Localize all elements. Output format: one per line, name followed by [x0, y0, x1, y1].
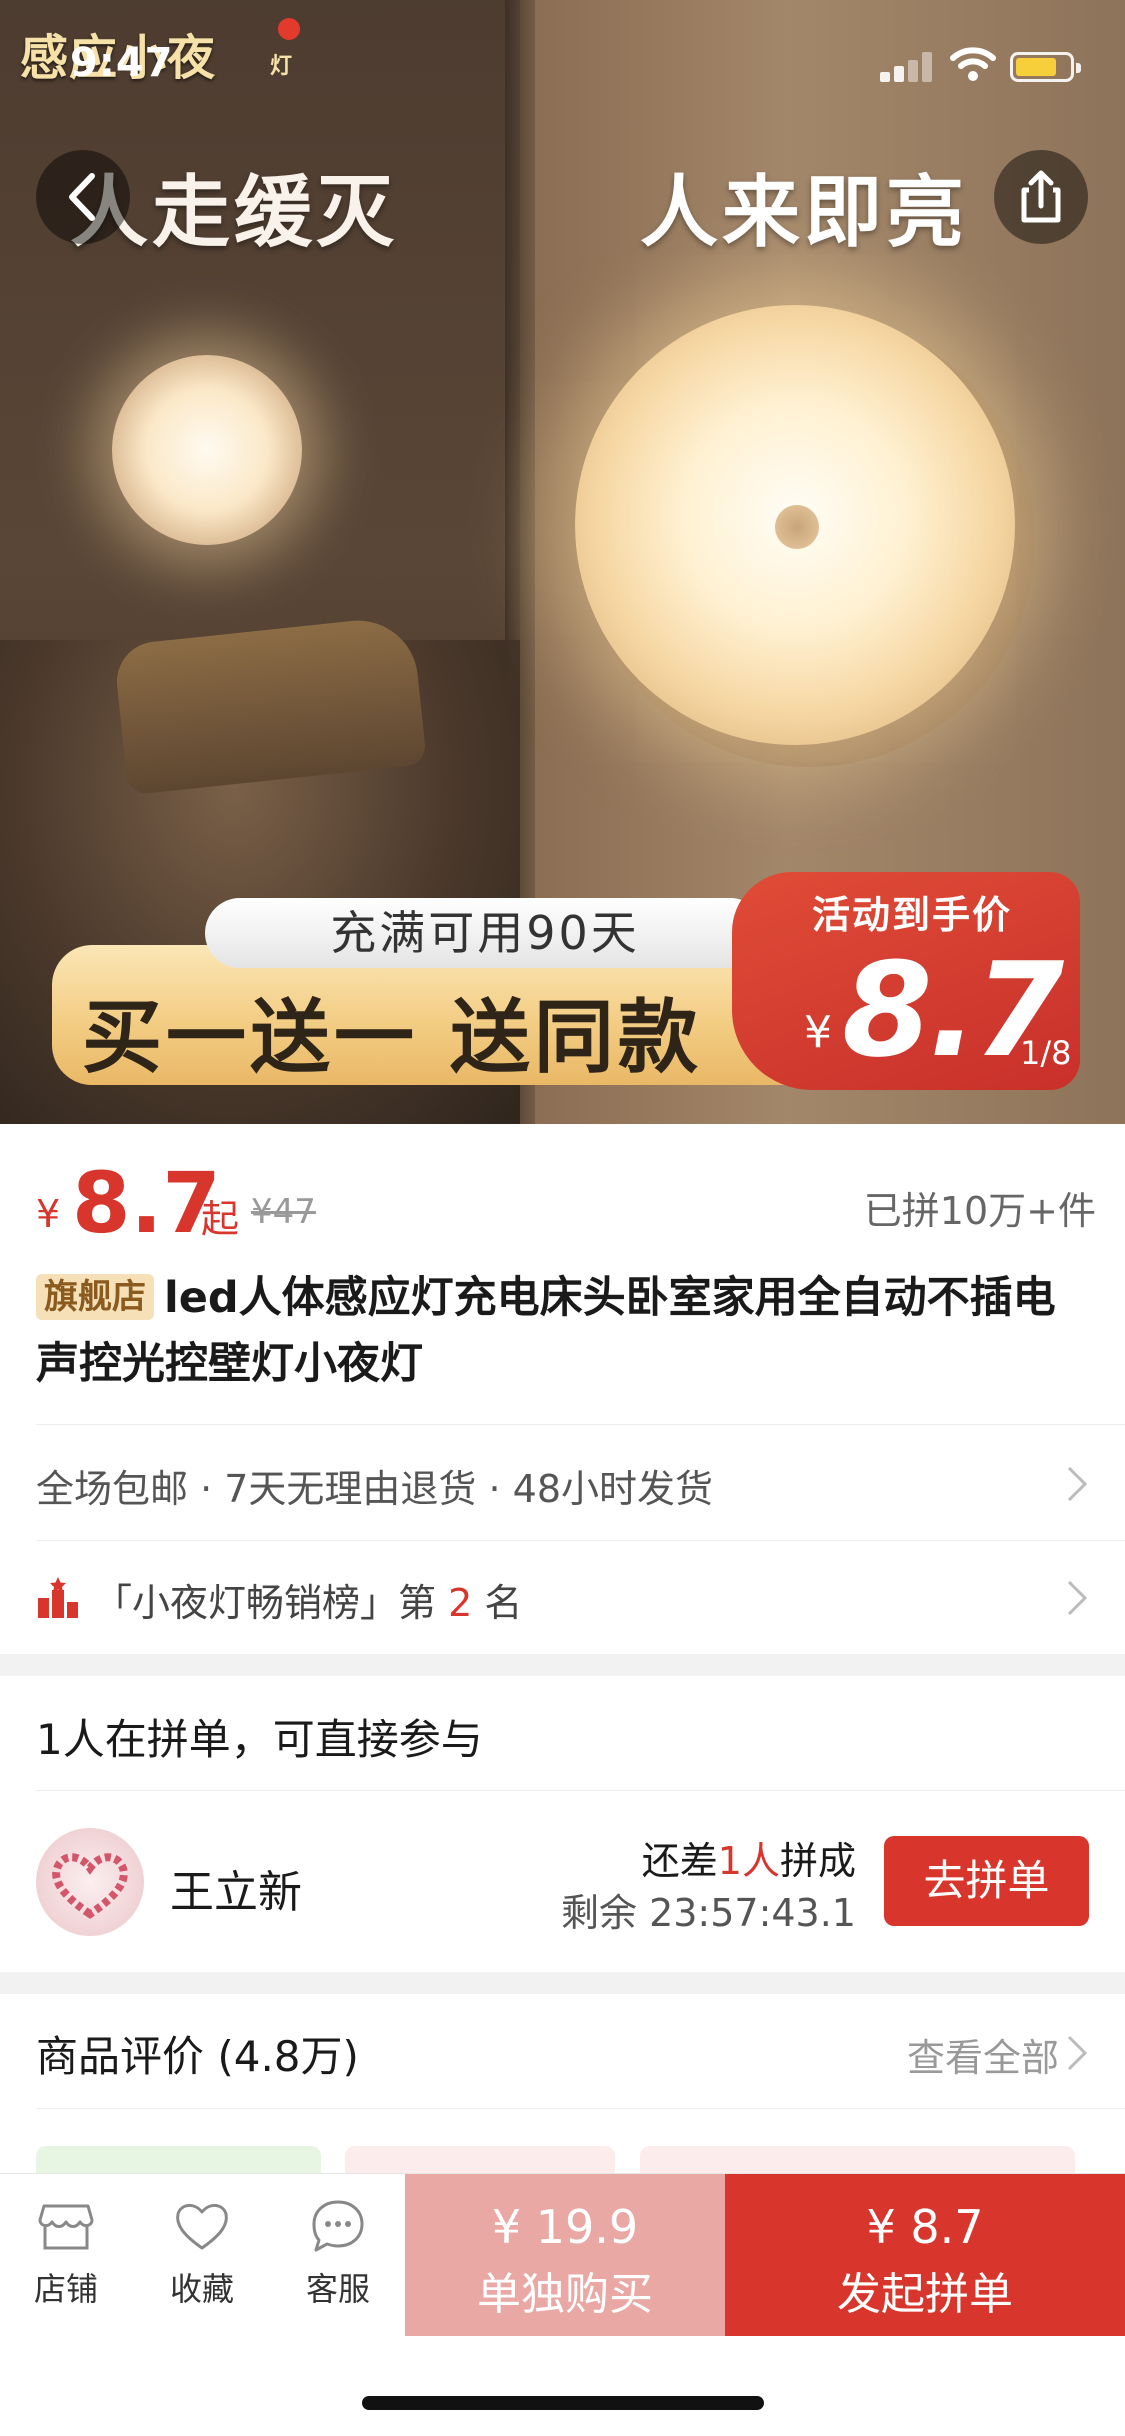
services-text: 全场包邮 · 7天无理由退货 · 48小时发货 — [36, 1467, 714, 1511]
price-row: ¥ 8.7 起 ¥47 已拼10万+件 — [36, 1150, 1096, 1252]
group-user-name: 王立新 — [170, 1867, 302, 1918]
hero-headline-right: 人来即亮 — [640, 168, 969, 258]
price-suffix: 起 — [201, 1197, 240, 1241]
chevron-left-icon — [69, 173, 95, 221]
hero-battery-banner: 充满可用90天 — [205, 898, 765, 968]
ranking-prefix: 「小夜灯畅销榜」第 — [94, 1581, 437, 1625]
service-label: 客服 — [305, 2270, 370, 2308]
store-tab[interactable]: 店铺 — [6, 2196, 126, 2316]
ranking-row[interactable]: 「小夜灯畅销榜」第 2 名 — [36, 1542, 1089, 1652]
share-button[interactable] — [994, 150, 1088, 244]
cellular-signal-icon — [880, 50, 936, 82]
store-label: 店铺 — [33, 2270, 98, 2308]
hero-pillow — [112, 614, 428, 796]
product-title-text: led人体感应灯充电床头卧室家用全自动不插电声控光控壁灯小夜灯 — [36, 1273, 1056, 1389]
heart-icon — [176, 2204, 228, 2250]
reviews-header[interactable]: 商品评价 (4.8万) 查看全部 — [36, 1995, 1089, 2115]
need-prefix: 还差 — [641, 1839, 718, 1883]
divider — [36, 1790, 1125, 1791]
buy-alone-label: 单独购买 — [477, 2269, 653, 2320]
buy-alone-price: ¥ 19.9 — [491, 2200, 639, 2254]
join-group-button[interactable]: 去拼单 — [884, 1836, 1089, 1926]
heart-avatar-image — [52, 1853, 128, 1919]
start-group-buy-button[interactable]: ¥ 8.7 发起拼单 — [725, 2174, 1125, 2336]
chevron-right-icon — [1067, 2035, 1088, 2071]
group-countdown: 剩余 23:57:43.1 — [560, 1891, 856, 1935]
view-all-reviews-link[interactable]: 查看全部 — [907, 2027, 1059, 2082]
favorite-label: 收藏 — [169, 2270, 234, 2308]
need-suffix: 拼成 — [779, 1839, 856, 1883]
ranking-number: 2 — [448, 1581, 473, 1625]
group-buy-label: 发起拼单 — [837, 2269, 1013, 2320]
chevron-right-icon — [1067, 1466, 1088, 1502]
service-tab[interactable]: 客服 — [278, 2196, 398, 2316]
services-row[interactable]: 全场包邮 · 7天无理由退货 · 48小时发货 — [36, 1428, 1089, 1538]
hero-brand-dot — [278, 18, 300, 40]
back-button[interactable] — [36, 150, 130, 244]
image-counter: 1/8 — [1020, 1034, 1072, 1072]
hero-badge-currency: ¥ — [804, 1007, 832, 1058]
hero-promo-text: 买一送一 送同款 — [82, 991, 702, 1084]
flagship-store-tag: 旗舰店 — [36, 1274, 154, 1320]
podium-icon — [38, 1577, 78, 1618]
sold-count: 已拼10万+件 — [863, 1189, 1096, 1233]
share-icon — [1021, 170, 1061, 223]
price-currency: ¥ — [36, 1192, 61, 1236]
divider — [36, 1424, 1125, 1425]
hero-brand-sub: 灯 — [270, 54, 293, 79]
buy-alone-button[interactable]: ¥ 19.9 单独购买 — [405, 2174, 725, 2336]
section-divider — [0, 1972, 1125, 1994]
divider — [36, 2108, 1125, 2109]
divider — [36, 1540, 1125, 1541]
hero-badge-label: 活动到手价 — [812, 893, 1013, 937]
avatar — [36, 1828, 144, 1936]
night-light-large — [575, 305, 1015, 745]
ranking-text: 「小夜灯畅销榜」第 2 名 — [94, 1572, 522, 1627]
section-divider — [0, 1654, 1125, 1676]
night-light-small — [112, 355, 302, 545]
group-buy-heading: 1人在拼单，可直接参与 — [36, 1715, 483, 1764]
store-icon — [38, 2204, 94, 2250]
group-need-text: 还差1人拼成 — [642, 1830, 856, 1885]
wifi-icon — [950, 47, 996, 81]
product-title: 旗舰店 led人体感应灯充电床头卧室家用全自动不插电声控光控壁灯小夜灯 — [36, 1265, 1076, 1397]
chevron-right-icon — [1067, 1580, 1088, 1616]
original-price: ¥47 — [251, 1192, 316, 1232]
battery-icon — [1010, 52, 1081, 82]
need-count: 1人 — [717, 1839, 780, 1883]
status-time: 9:47 — [70, 40, 174, 86]
product-image-carousel[interactable]: 感应小夜 灯 人走缓灭 人来即亮 买一送一 送同款 充满可用90天 活动到手价 … — [0, 0, 1125, 1124]
lamp-sensor — [775, 505, 819, 549]
group-buy-price: ¥ 8.7 — [866, 2200, 984, 2254]
chat-icon — [312, 2200, 364, 2252]
favorite-tab[interactable]: 收藏 — [142, 2196, 262, 2316]
reviews-heading: 商品评价 (4.8万) — [36, 2032, 359, 2081]
ranking-suffix: 名 — [484, 1581, 523, 1625]
group-buy-row: 王立新 还差1人拼成 剩余 23:57:43.1 去拼单 — [36, 1820, 1089, 1950]
current-price: 8.7 — [72, 1154, 221, 1252]
home-indicator[interactable] — [362, 2396, 764, 2410]
